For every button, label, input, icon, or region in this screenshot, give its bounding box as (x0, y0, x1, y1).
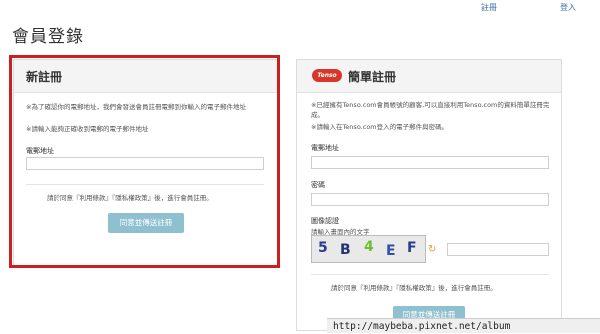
simple-register-panel: Tenso 簡單註冊 ※已經擁有Tenso.com會員帳號的顧客,可以直接利用T… (296, 59, 562, 331)
captcha-label: 圖像認證 (311, 217, 339, 225)
captcha-char-4: E (386, 243, 396, 259)
watermark: http://maybeba.pixnet.net/album (327, 318, 600, 333)
password-input[interactable] (311, 193, 549, 206)
captcha-input[interactable] (447, 243, 549, 256)
simple-email-label: 電郵地址 (311, 144, 339, 152)
captcha-char-3: 4 (364, 239, 374, 255)
simple-register-note-2: ※請輸入在Tenso.com登入的電子郵件與密碼。 (311, 123, 449, 131)
top-nav: 註冊 登入 (0, 0, 600, 14)
simple-register-title: 簡單註冊 (348, 70, 397, 84)
simple-terms-agree-text: 請於同意『利用條款』『隱私權政策』後，進行會員註冊。 (331, 284, 497, 292)
tenso-logo: Tenso (312, 69, 342, 82)
simple-register-note-1: ※已經擁有Tenso.com會員帳號的顧客,可以直接利用Tenso.com的資料… (311, 101, 550, 119)
simple-email-input[interactable] (311, 156, 549, 169)
captcha-char-1: 5 (318, 240, 328, 256)
register-link[interactable]: 註冊 (481, 2, 497, 13)
captcha-refresh-icon[interactable]: ↻ (428, 244, 436, 255)
page-title: 會員登錄 (12, 27, 84, 47)
simple-register-header: Tenso 簡單註冊 (297, 60, 561, 93)
divider (311, 274, 549, 275)
login-link[interactable]: 登入 (560, 2, 576, 13)
password-label: 密碼 (311, 181, 325, 189)
captcha-char-5: F (407, 240, 417, 256)
highlight-box (9, 55, 280, 268)
captcha-image: 5 B 4 E F (311, 235, 426, 263)
captcha-char-2: B (340, 242, 351, 258)
